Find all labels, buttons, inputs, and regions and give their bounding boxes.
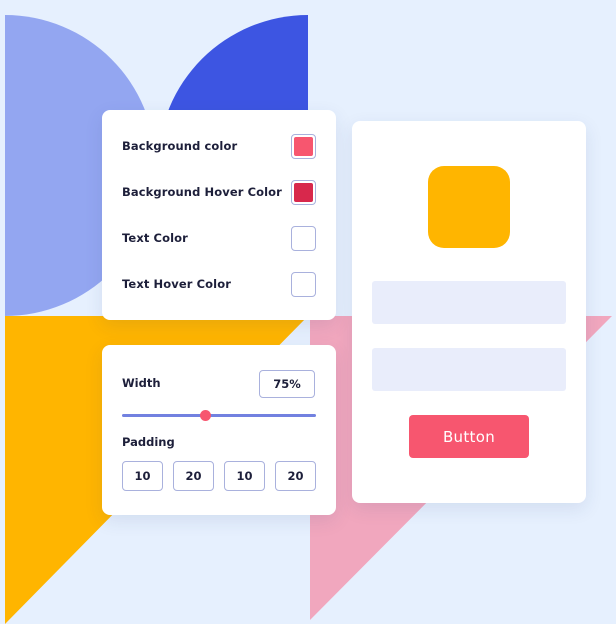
color-settings-panel: Background color Background Hover Color … [102, 110, 336, 320]
preview-panel: Button [352, 121, 586, 503]
width-value-input[interactable]: 75% [259, 370, 315, 398]
padding-left-input[interactable]: 20 [275, 461, 316, 491]
background-hover-color-picker[interactable] [291, 179, 316, 205]
preview-button[interactable]: Button [409, 415, 529, 458]
width-slider-thumb[interactable] [199, 410, 211, 421]
width-slider-track[interactable] [122, 414, 316, 417]
text-color-picker[interactable] [291, 225, 316, 251]
padding-bottom-input[interactable]: 10 [224, 461, 265, 491]
preview-image-placeholder [428, 166, 510, 248]
text-color-row: Text Color [122, 225, 316, 251]
background-color-row: Background color [122, 133, 316, 159]
width-label: Width [122, 376, 161, 390]
text-color-label: Text Color [122, 231, 188, 245]
padding-right-input[interactable]: 20 [173, 461, 214, 491]
text-hover-color-row: Text Hover Color [122, 271, 316, 297]
text-hover-color-picker[interactable] [291, 271, 316, 297]
background-hover-color-label: Background Hover Color [122, 185, 282, 199]
background-hover-color-row: Background Hover Color [122, 179, 316, 205]
background-color-swatch [294, 136, 313, 156]
background-color-label: Background color [122, 139, 238, 153]
preview-input-field[interactable] [372, 348, 566, 391]
size-settings-panel: Width 75% Padding 10 20 10 20 [102, 345, 336, 515]
preview-input-field[interactable] [372, 281, 566, 324]
background-color-picker[interactable] [291, 133, 316, 159]
padding-label: Padding [122, 435, 175, 449]
padding-top-input[interactable]: 10 [122, 461, 163, 491]
text-hover-color-label: Text Hover Color [122, 277, 231, 291]
background-hover-color-swatch [294, 182, 313, 202]
